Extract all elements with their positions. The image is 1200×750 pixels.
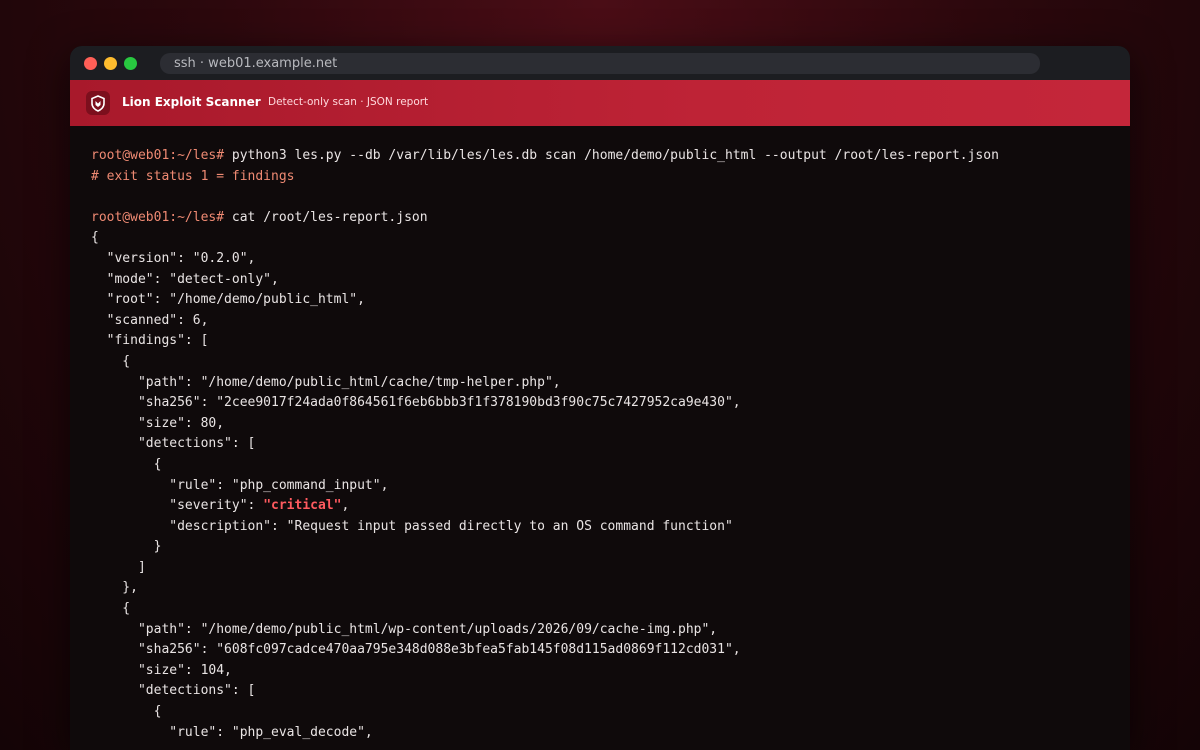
json-line: "scanned": 6, [91,312,209,328]
json-line: "path": "/home/demo/public_html/cache/tm… [91,374,561,390]
json-line: { [91,353,131,369]
window-title: ssh · web01.example.net [160,53,1040,74]
minimize-window-button[interactable] [104,57,117,70]
severity-suffix: , [341,498,350,514]
close-window-button[interactable] [84,57,97,70]
json-line: "rule": "php_command_input", [91,477,389,493]
json-line: "description": "Request input passed dir… [91,518,733,534]
terminal-window: ssh · web01.example.net Lion Exploit Sca… [70,46,1130,750]
maximize-window-button[interactable] [124,57,137,70]
command-line: root@web01:~/les# cat /root/les-report.j… [91,208,1130,229]
command-line: root@web01:~/les# python3 les.py --db /v… [91,146,1130,167]
shell-prompt: root@web01:~/les# [91,148,225,163]
json-line: "detections": [ [91,683,256,699]
app-header: Lion Exploit Scanner Detect-only scan · … [70,80,1130,126]
json-line: "mode": "detect-only", [91,271,279,287]
severity-line: "severity": "critical", [91,496,1130,517]
json-line: { [91,456,162,472]
json-line: "findings": [ [91,333,209,349]
title-bar: ssh · web01.example.net [70,46,1130,80]
json-line: { [91,601,131,617]
severity-critical-value: "critical" [263,498,342,514]
json-line: }, [91,580,138,596]
json-line: "version": "0.2.0", [91,250,256,266]
json-line: { [91,704,162,720]
app-subtitle: Detect-only scan · JSON report [268,96,429,108]
severity-key: "severity": [91,498,264,514]
command-text: python3 les.py --db /var/lib/les/les.db … [231,148,999,163]
json-line: "path": "/home/demo/public_html/wp-conte… [91,621,718,637]
json-line: "detections": [ [91,436,256,452]
json-line: ] [91,559,146,575]
json-line: } [91,539,162,555]
command-text: cat /root/les-report.json [231,209,428,225]
json-line: "size": 80, [91,415,225,431]
comment-line: # exit status 1 = findings [91,168,295,184]
json-line: "sha256": "2cee9017f24ada0f864561f6eb6bb… [91,395,741,411]
terminal-output[interactable]: root@web01:~/les# python3 les.py --db /v… [70,126,1130,743]
json-line: "size": 104, [91,662,232,678]
app-title: Lion Exploit Scanner [122,95,261,109]
shield-icon [86,91,110,115]
shell-prompt: root@web01:~/les# [91,209,225,225]
json-line: { [91,230,99,246]
json-line: "rule": "php_eval_decode", [91,724,373,740]
json-line: "root": "/home/demo/public_html", [91,292,365,308]
json-line: "sha256": "608fc097cadce470aa795e348d088… [91,642,741,658]
